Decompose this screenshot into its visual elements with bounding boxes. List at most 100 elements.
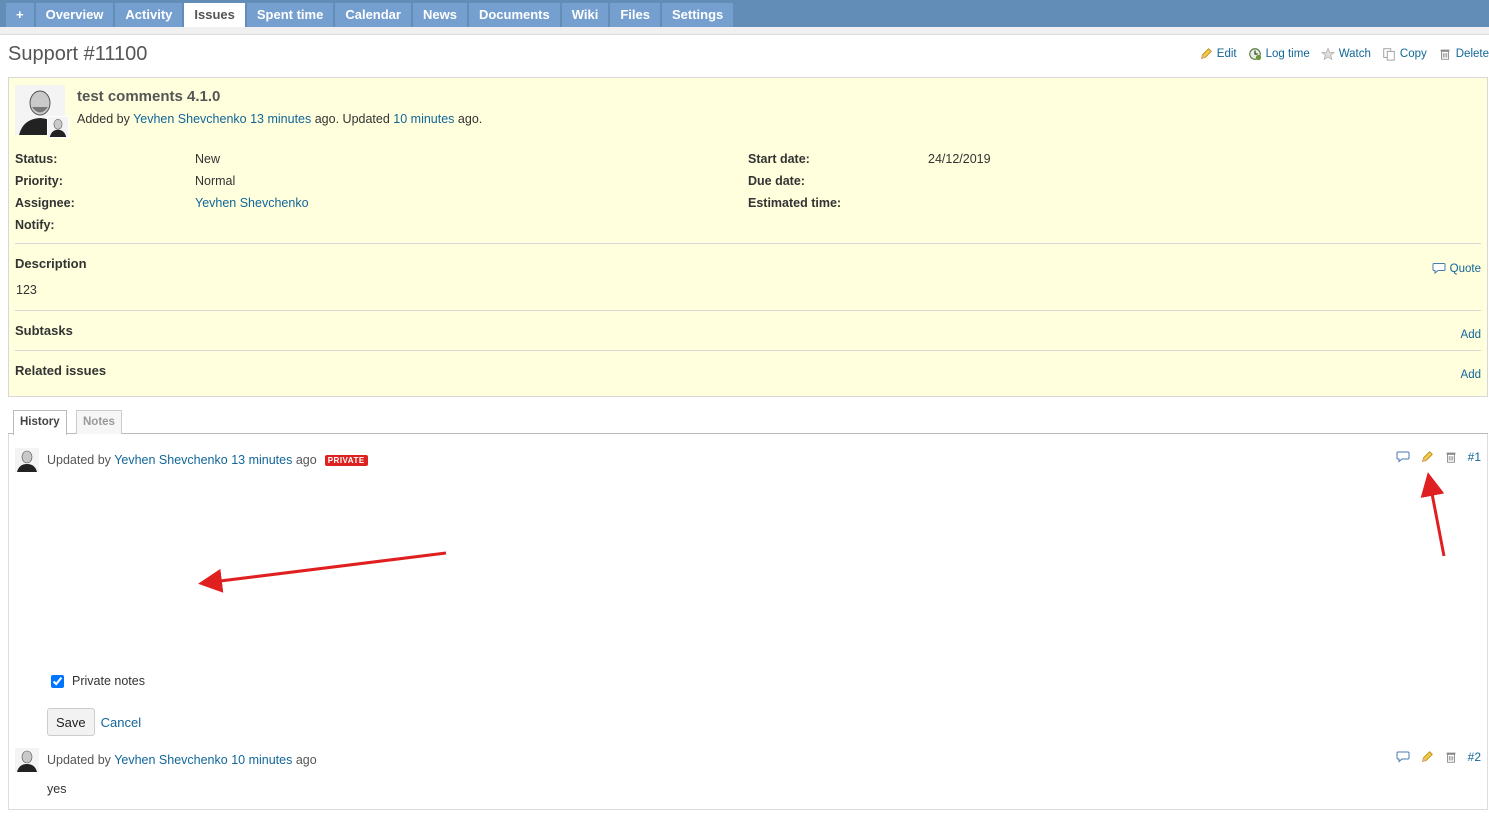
attribute-label: Priority: [15,174,63,188]
clock-icon [1248,48,1261,61]
subtasks-title: Subtasks [15,323,73,338]
description-text: 123 [16,283,37,297]
journal-line: Updated by Yevhen Shevchenko 13 minutes … [47,453,317,467]
attribute-value: New [195,152,221,166]
journal-actions: #1 [1396,450,1481,464]
log-time-label: Log time [1265,48,1310,60]
trash-icon[interactable] [1444,750,1458,764]
menu-tab-overview[interactable]: Overview [35,3,114,27]
separator [15,243,1481,244]
issue-details: test comments 4.1.0 Added by Yevhen Shev… [8,77,1488,397]
menu-tab-issues[interactable]: Issues [184,3,245,27]
attribute-label: Start date: [748,152,810,166]
menu-tab-files[interactable]: Files [610,3,660,27]
attribute-value[interactable]: Yevhen Shevchenko [195,196,309,210]
journal-prefix: Updated by [47,753,111,767]
speech-bubble-icon[interactable] [1396,450,1410,464]
author-line: Added by Yevhen Shevchenko 13 minutes ag… [77,112,482,126]
attribute-value: 24/12/2019 [928,152,991,166]
watch-link[interactable]: Watch [1320,47,1371,61]
trash-icon [1440,49,1450,60]
delete-link[interactable]: Delete [1438,47,1489,61]
attribute-value: Normal [195,174,236,188]
ago-suffix: ago. [457,112,483,126]
menu-tab-wiki[interactable]: Wiki [561,3,609,27]
journal-note: yes [47,782,67,796]
menu-tab-documents[interactable]: Documents [468,3,560,27]
issue-subject: test comments 4.1.0 [77,88,221,105]
journal-number-link[interactable]: #2 [1468,750,1481,764]
log-time-link[interactable]: Log time [1248,47,1310,61]
updated-ago-link[interactable]: 10 minutes [393,112,454,126]
private-notes-label: Private notes [72,674,145,688]
attribute-label: Estimated time: [748,196,842,210]
attribute-label: Status: [15,152,58,166]
menu-tab-activity[interactable]: Activity [115,3,183,27]
add-related-link[interactable]: Add [1461,369,1481,381]
separator [15,350,1481,351]
history-tabs: History Notes [8,410,1488,435]
copy-link[interactable]: Copy [1382,47,1427,61]
header-divider [0,27,1489,35]
pencil-icon [1200,48,1212,59]
main-menu-tabs: + Overview Activity Issues Spent time Calenda… [6,3,734,27]
trash-icon[interactable] [1444,450,1458,464]
description-title: Description [15,256,87,271]
edit-label: Edit [1216,48,1237,60]
avatar [15,748,39,772]
main-menu: + Overview Activity Issues Spent time Calenda… [0,0,1489,27]
assignee-avatar [47,116,69,138]
journal-line: Updated by Yevhen Shevchenko 10 minutes … [47,753,317,767]
quote-link[interactable]: Quote [1432,262,1481,275]
add-subtask-link[interactable]: Add [1461,329,1481,341]
added-by-prefix: Added by [77,112,130,126]
tab-notes[interactable]: Notes [76,410,122,434]
tab-history[interactable]: History [13,410,67,435]
history: Updated by Yevhen Shevchenko 13 minutes … [8,434,1488,810]
journal-suffix: ago [295,753,317,767]
attribute-label: Due date: [748,174,805,188]
speech-bubble-icon [1432,263,1446,275]
pencil-icon[interactable] [1420,750,1434,764]
journal-author-link[interactable]: Yevhen Shevchenko [114,753,228,767]
avatar [15,448,39,472]
menu-tab-news[interactable]: News [412,3,467,27]
contextual-actions: Edit Log time Watch Copy Delete [1199,47,1489,61]
private-notes-checkbox[interactable] [51,674,64,688]
attribute-label: Notify: [15,218,55,232]
author-link[interactable]: Yevhen Shevchenko [133,112,247,126]
created-ago-link[interactable]: 13 minutes [250,112,311,126]
journal-prefix: Updated by [47,453,111,467]
star-icon [1320,47,1335,61]
edit-link[interactable]: Edit [1199,47,1237,61]
private-notes-row[interactable]: Private notes [51,674,145,688]
copy-icon [1383,48,1395,61]
journal-number-link[interactable]: #1 [1468,450,1481,464]
menu-tab-calendar[interactable]: Calendar [335,3,411,27]
attribute-label: Assignee: [15,196,75,210]
journal-ago-link[interactable]: 13 minutes [231,453,292,467]
cancel-link[interactable]: Cancel [101,715,141,730]
journal-header: Updated by Yevhen Shevchenko 13 minutes … [15,448,368,472]
menu-tab-new[interactable]: + [6,3,34,27]
private-badge: PRIVATE [324,454,368,466]
separator [15,310,1481,311]
journal-author-link[interactable]: Yevhen Shevchenko [114,453,228,467]
page-title: Support #11100 [8,43,148,65]
menu-tab-spent-time[interactable]: Spent time [246,3,334,27]
quote-label: Quote [1449,262,1481,275]
updated-text: ago. Updated [314,112,390,126]
copy-label: Copy [1399,48,1427,60]
watch-label: Watch [1338,48,1371,60]
journal-suffix: ago [295,453,317,467]
edit-form-actions: Save Cancel [47,708,141,736]
delete-label: Delete [1455,48,1489,60]
related-issues-title: Related issues [15,363,107,378]
journal-actions: #2 [1396,750,1481,764]
pencil-icon[interactable] [1420,450,1434,464]
save-button[interactable]: Save [47,708,95,736]
journal-ago-link[interactable]: 10 minutes [231,753,292,767]
journal-header: Updated by Yevhen Shevchenko 10 minutes … [15,748,317,772]
menu-tab-settings[interactable]: Settings [661,3,734,27]
speech-bubble-icon[interactable] [1396,750,1410,764]
